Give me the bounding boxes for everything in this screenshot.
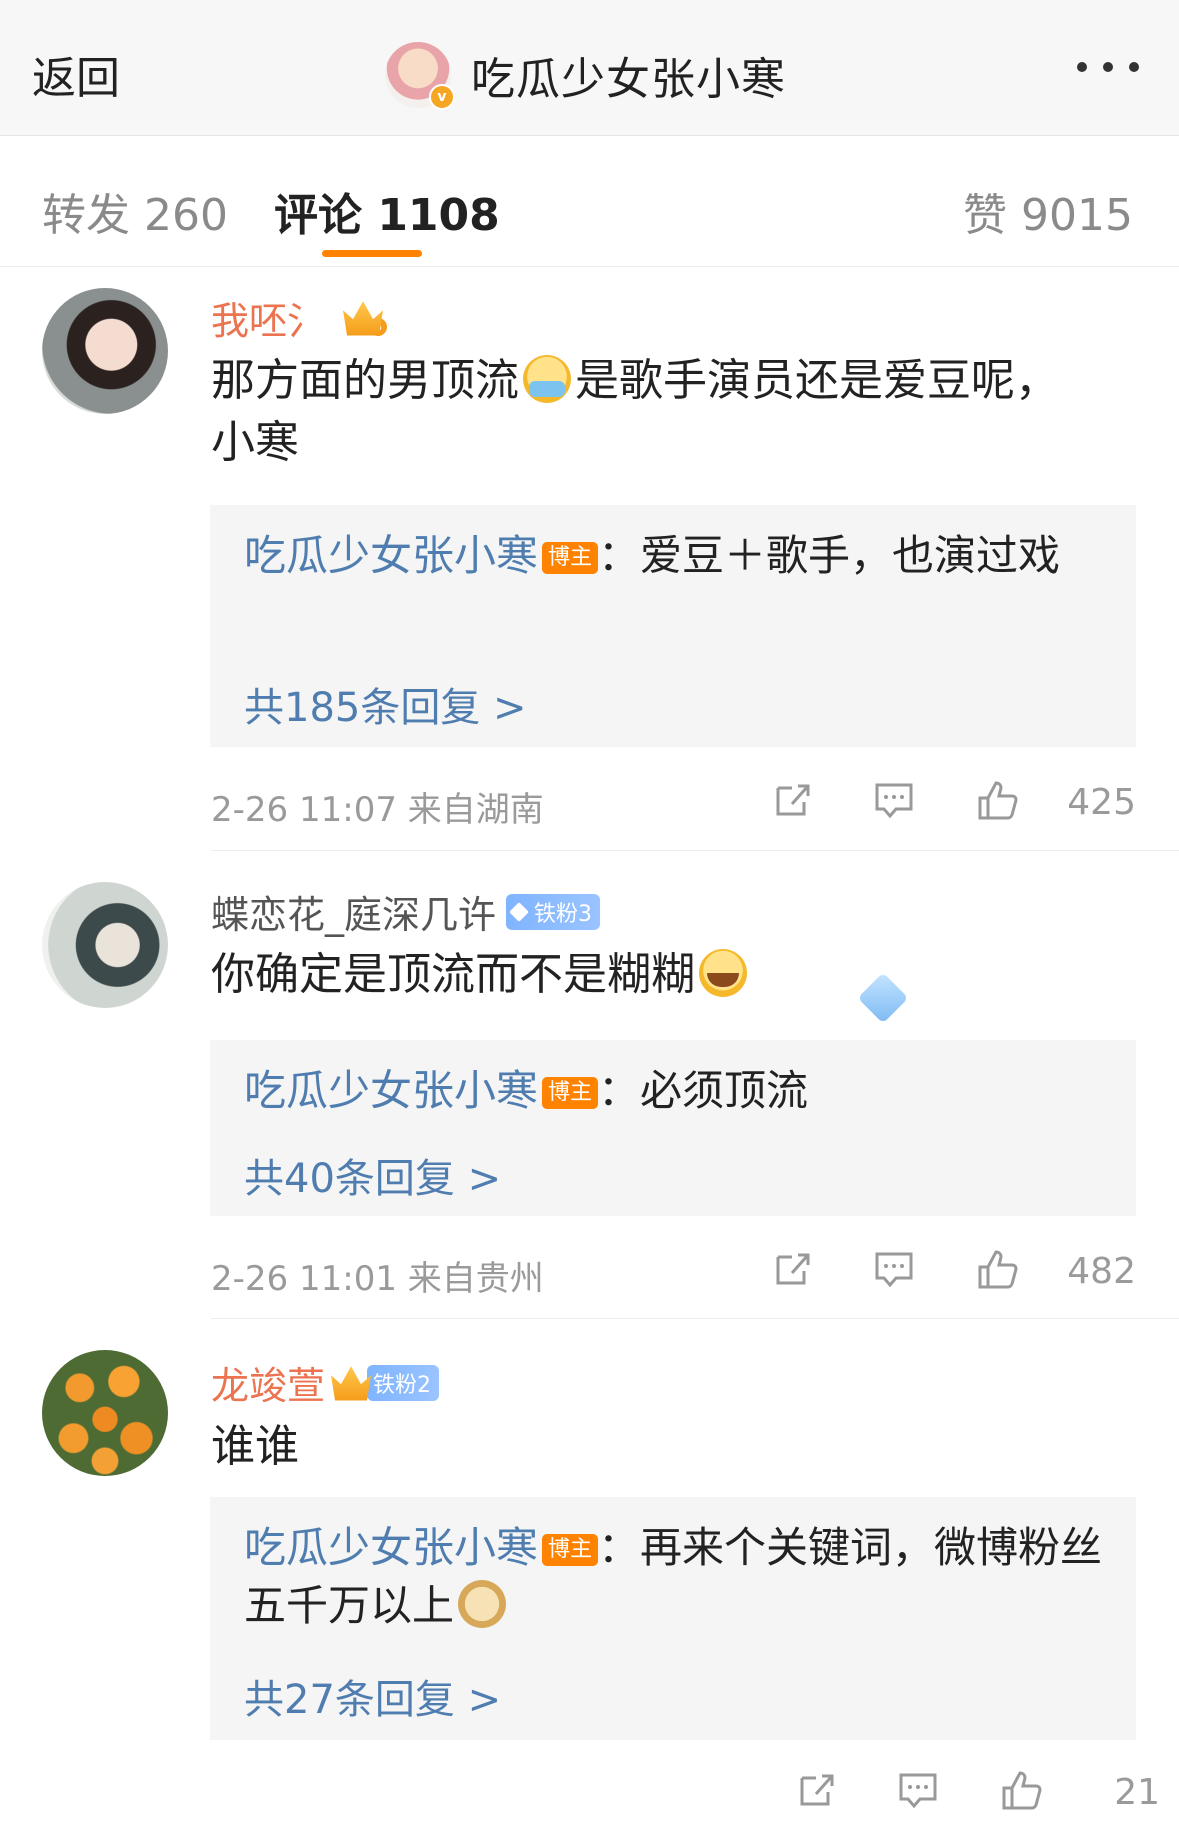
comment-text: 你确定是顶流而不是糊糊 [211, 944, 1091, 1006]
comment-meta-row: 2-26 11:01 来自贵州 482 [211, 1247, 1136, 1300]
blogger-reply: 吃瓜少女张小寒 博主 ：爱豆＋歌手，也演过戏 [244, 527, 1114, 585]
username[interactable]: 龙竣萱 [211, 1355, 325, 1410]
reply-count-link[interactable]: 共185条回复 > [244, 675, 527, 733]
username[interactable]: 蝶恋花_庭深几许 [211, 884, 496, 939]
comment-time: 2-26 11:01 [211, 1259, 397, 1299]
tab-likes[interactable]: 赞 9015 [963, 179, 1133, 243]
divider [211, 850, 1179, 851]
active-tab-indicator [322, 250, 422, 257]
reply-author[interactable]: 吃瓜少女张小寒 [244, 1066, 538, 1115]
more-options-button[interactable] [1077, 62, 1139, 72]
blogger-tag: 博主 [542, 1534, 599, 1566]
like-count: 21 [1114, 1772, 1160, 1813]
reply-text: ：必须顶流 [598, 1066, 809, 1115]
mask-face-emoji-icon [523, 355, 571, 403]
comment-location: 来自贵州 [407, 1259, 544, 1299]
verified-icon: v [429, 84, 455, 110]
reply-text: ：爱豆＋歌手，也演过戏 [598, 531, 1061, 580]
more-dot-icon [1129, 62, 1139, 72]
like-count: 425 [1067, 782, 1136, 823]
doge-emoji-icon [458, 1580, 507, 1628]
comment-user-line: 龙竣萱 铁粉2 [211, 1355, 440, 1410]
comment-time: 2-26 11:07 [211, 790, 397, 830]
avatar[interactable] [42, 882, 168, 1008]
divider [211, 1318, 1179, 1319]
more-dot-icon [1077, 62, 1087, 72]
comment-icon[interactable] [872, 778, 916, 822]
comment-location: 来自湖南 [407, 790, 544, 830]
comment-text-part: 你确定是顶流而不是糊糊 [211, 949, 695, 1000]
like-icon[interactable] [976, 778, 1020, 822]
comment-meta-row: 21 [235, 1768, 1160, 1818]
more-dot-icon [1103, 62, 1113, 72]
comment-time-location: 2-26 11:07 来自湖南 [211, 782, 544, 831]
crown-icon [343, 301, 384, 336]
blogger-reply: 吃瓜少女张小寒 博主 ：必须顶流 [244, 1062, 1114, 1120]
username[interactable]: 我呸氵 [211, 290, 325, 345]
share-icon[interactable] [770, 1247, 814, 1291]
back-button[interactable]: 返回 [32, 42, 120, 106]
avatar[interactable] [42, 1350, 168, 1476]
comment-icon[interactable] [896, 1768, 940, 1812]
comment-text: 那方面的男顶流 是歌手演员还是爱豆呢，小寒 [211, 350, 1091, 474]
comment-meta-row: 2-26 11:07 来自湖南 425 [211, 778, 1136, 831]
reply-author[interactable]: 吃瓜少女张小寒 [244, 1523, 538, 1572]
reply-count-link[interactable]: 共27条回复 > [244, 1667, 501, 1725]
comment-text: 谁谁 [211, 1416, 1091, 1478]
fan-badge: 铁粉2 [367, 1364, 440, 1401]
fan-badge: 铁粉3 [506, 893, 601, 930]
comment-time-location: 2-26 11:01 来自贵州 [211, 1251, 544, 1300]
share-icon[interactable] [770, 778, 814, 822]
nav-title-group[interactable]: v 吃瓜少女张小寒 [385, 40, 786, 110]
avatar[interactable] [42, 288, 168, 414]
comment-user-line: 我呸氵 5 [211, 290, 388, 345]
page-title: 吃瓜少女张小寒 [471, 54, 786, 105]
like-icon[interactable] [976, 1247, 1020, 1291]
like-count: 482 [1067, 1251, 1136, 1292]
fan-badge-label: 铁粉3 [534, 901, 593, 927]
top-nav-bar: 返回 v 吃瓜少女张小寒 [0, 0, 1179, 136]
reply-box[interactable]: 吃瓜少女张小寒 博主 ：再来个关键词，微博粉丝五千万以上 共27条回复 > [210, 1497, 1136, 1740]
tab-bar: 转发 260 评论 1108 赞 9015 [0, 136, 1179, 267]
blogger-tag: 博主 [542, 542, 599, 574]
tab-forward[interactable]: 转发 260 [42, 179, 228, 243]
blogger-reply: 吃瓜少女张小寒 博主 ：再来个关键词，微博粉丝五千万以上 [244, 1519, 1114, 1635]
comment-icon[interactable] [872, 1247, 916, 1291]
like-icon[interactable] [1000, 1768, 1044, 1812]
blogger-tag: 博主 [542, 1077, 599, 1109]
share-icon[interactable] [794, 1768, 838, 1812]
reply-author[interactable]: 吃瓜少女张小寒 [244, 531, 538, 580]
comment-text-part: 谁谁 [211, 1421, 299, 1472]
fan-badge-label: 铁粉2 [373, 1372, 432, 1398]
tab-comments[interactable]: 评论 1108 [274, 179, 500, 243]
reply-box[interactable]: 吃瓜少女张小寒 博主 ：爱豆＋歌手，也演过戏 共185条回复 > [210, 505, 1136, 747]
crying-face-emoji-icon [699, 949, 747, 997]
comment-user-line: 蝶恋花_庭深几许 铁粉3 [211, 884, 601, 939]
reply-count-link[interactable]: 共40条回复 > [244, 1146, 501, 1204]
reply-box[interactable]: 吃瓜少女张小寒 博主 ：必须顶流 共40条回复 > [210, 1040, 1136, 1216]
diamond-icon [509, 901, 529, 922]
blogger-avatar[interactable]: v [385, 42, 455, 110]
crown-icon [331, 1366, 372, 1401]
comment-text-part: 那方面的男顶流 [211, 355, 519, 406]
